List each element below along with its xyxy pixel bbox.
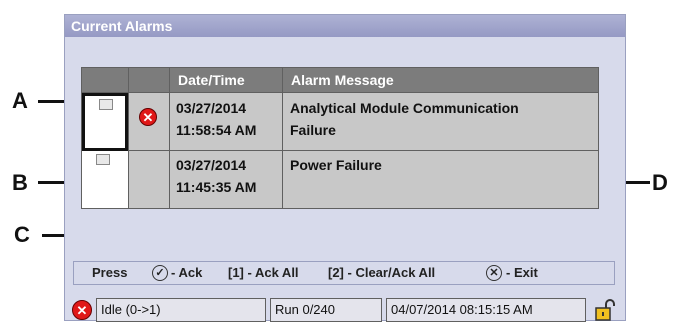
- run-status: Run 0/240: [270, 298, 382, 322]
- row-divider: [82, 92, 598, 93]
- ack-checkbox-icon[interactable]: [96, 154, 110, 165]
- callout-a: A: [12, 88, 28, 113]
- header-state: [129, 68, 169, 92]
- header-datetime: Date/Time: [170, 68, 282, 92]
- column-divider: [169, 68, 170, 208]
- column-divider: [128, 68, 129, 208]
- exit-icon: ✕: [486, 265, 502, 281]
- alarm-table: Date/Time Alarm Message ✕ 03/27/2014 11:…: [81, 67, 599, 209]
- row1-time: 11:58:54 AM: [176, 122, 257, 138]
- row2-time: 11:45:35 AM: [176, 179, 257, 195]
- callout-d: D: [652, 170, 668, 195]
- header-message: Alarm Message: [283, 68, 598, 92]
- row1-message-line2: Failure: [290, 122, 336, 138]
- row2-message: Power Failure: [290, 157, 382, 173]
- check-icon: ✓: [152, 265, 168, 281]
- alarm-status-icon[interactable]: ✕: [72, 300, 92, 320]
- row1-message-line1: Analytical Module Communication: [290, 100, 519, 116]
- window-title: Current Alarms: [65, 15, 625, 37]
- ack-checkbox-icon[interactable]: [99, 99, 113, 110]
- exit-label: - Exit: [506, 265, 538, 280]
- mode-status: Idle (0->1): [96, 298, 266, 322]
- press-label: Press: [92, 265, 128, 280]
- key-help-bar: Press ✓ - Ack [1] - Ack All [2] - Clear/…: [73, 261, 615, 285]
- ack-label: - Ack: [171, 265, 203, 280]
- ack-all-label: [1] - Ack All: [228, 265, 299, 280]
- column-divider: [282, 68, 283, 208]
- callout-c: C: [14, 222, 30, 247]
- callout-b: B: [12, 170, 28, 195]
- header-ack: [82, 68, 128, 92]
- row1-date: 03/27/2014: [176, 100, 247, 116]
- ack-cell-row2[interactable]: [82, 151, 128, 208]
- clear-ack-all-label: [2] - Clear/Ack All: [328, 265, 436, 280]
- current-alarms-window: Current Alarms Date/Time Alarm Message ✕…: [64, 14, 626, 321]
- lock-icon[interactable]: [592, 298, 616, 322]
- row2-date: 03/27/2014: [176, 157, 247, 173]
- row-divider: [82, 150, 598, 151]
- active-alarm-icon: ✕: [139, 108, 157, 126]
- clock-status: 04/07/2014 08:15:15 AM: [386, 298, 586, 322]
- ack-cell-row1[interactable]: [82, 93, 128, 151]
